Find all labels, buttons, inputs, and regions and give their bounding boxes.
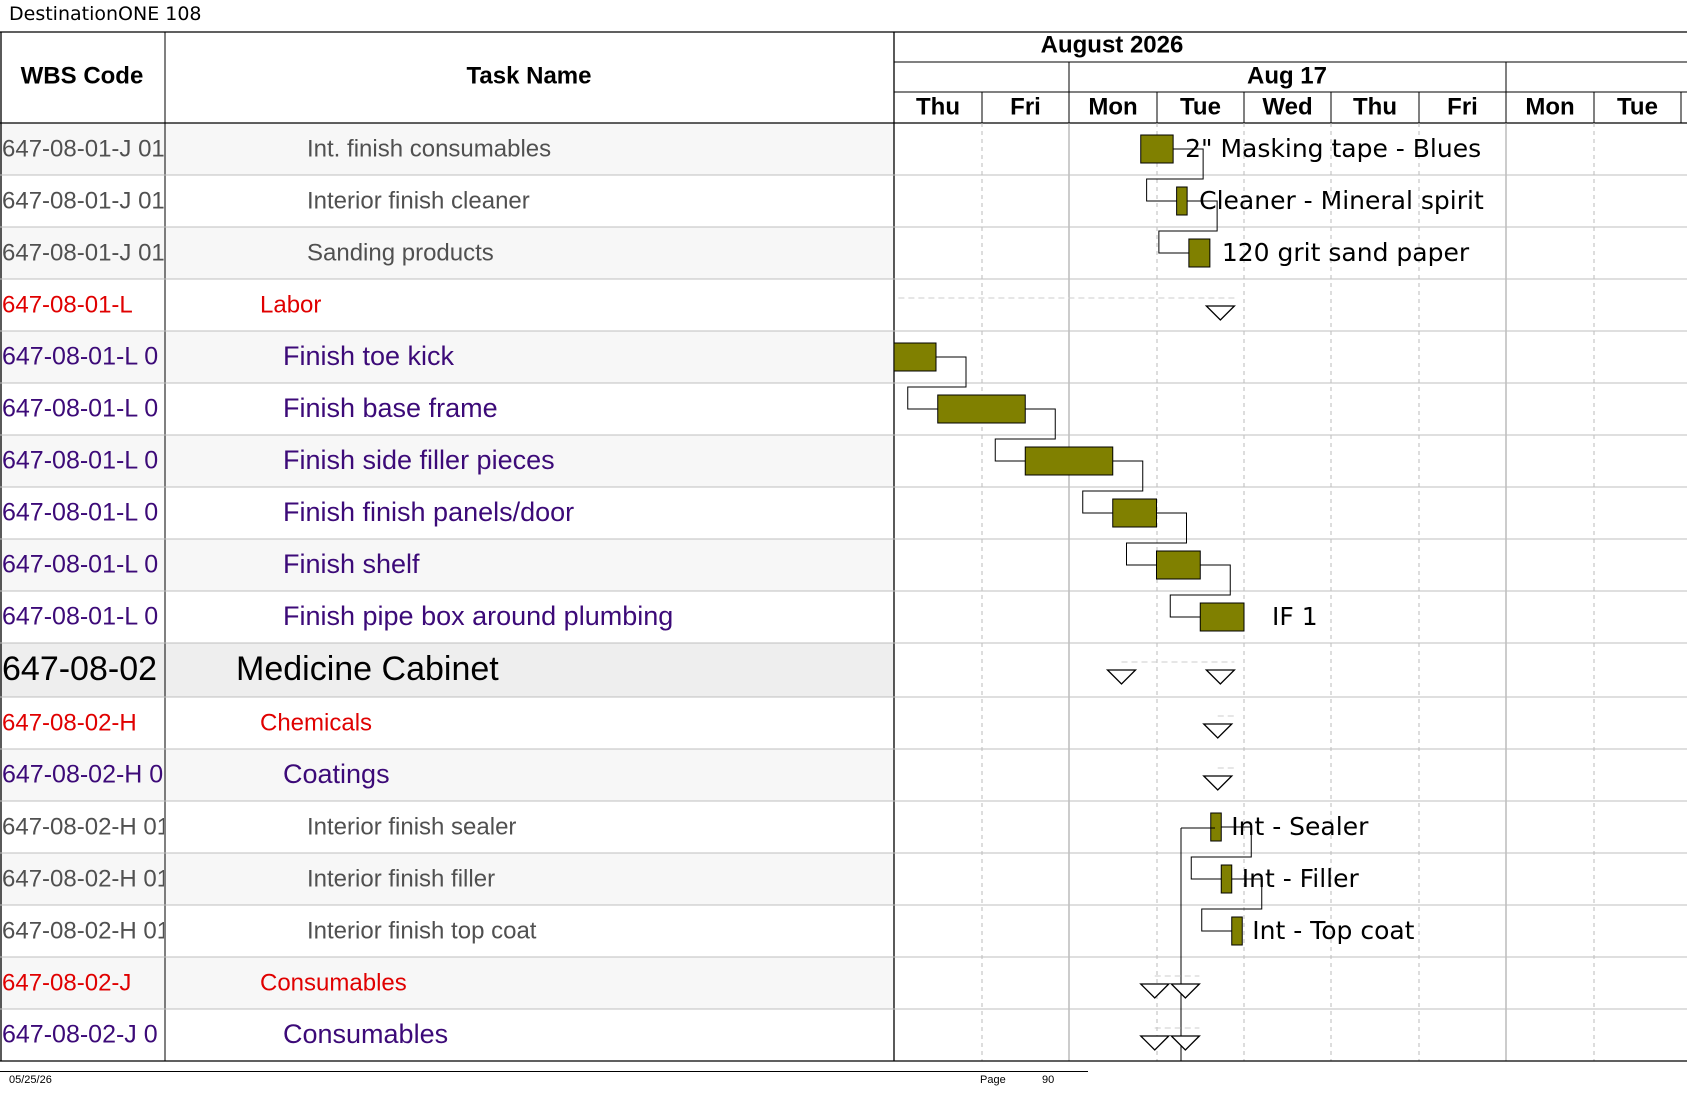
wbs-code-cell: 647-08-02-H	[2, 709, 137, 736]
task-name-cell: Chemicals	[260, 709, 372, 736]
task-bar	[1112, 498, 1157, 528]
task-name-cell: Finish pipe box around plumbing	[283, 601, 673, 631]
task-name-cell: Consumables	[283, 1019, 448, 1049]
task-name-cell: Labor	[260, 291, 321, 318]
task-bar	[1188, 238, 1211, 268]
summary-marker-icon	[1202, 723, 1234, 739]
task-name-cell: Finish toe kick	[283, 341, 455, 371]
task-name-cell: Coatings	[283, 759, 390, 789]
task-name-cell: Interior finish filler	[307, 865, 495, 892]
day-label: Thu	[1353, 93, 1397, 120]
day-label: Fri	[1010, 93, 1041, 120]
task-bar	[1176, 186, 1188, 216]
task-name-cell: Finish base frame	[283, 393, 498, 423]
summary-marker-icon	[1139, 983, 1171, 999]
summary-marker-icon	[1105, 669, 1138, 685]
footer-page-label: Page	[980, 1074, 1006, 1086]
task-name-cell: Consumables	[260, 969, 407, 996]
task-bar	[1024, 446, 1114, 476]
task-name-cell: Finish side filler pieces	[283, 445, 555, 475]
wbs-code-cell: 647-08-01-L 0	[2, 447, 158, 475]
wbs-code-cell: 647-08-01-L 0	[2, 499, 158, 527]
summary-marker-icon	[1139, 1035, 1171, 1051]
wbs-code-cell: 647-08-02-H 01	[2, 917, 170, 944]
wbs-code-cell: 647-08-02	[2, 650, 157, 688]
wbs-code-cell: 647-08-01-J 01	[2, 239, 165, 266]
week-label: Aug 17	[1247, 62, 1327, 89]
summary-marker-icon	[1169, 1035, 1201, 1051]
day-label: Wed	[1262, 93, 1312, 120]
wbs-code-cell: 647-08-02-J 0	[2, 1021, 158, 1049]
bar-label: Cleaner - Mineral spirit	[1199, 186, 1484, 215]
day-label: Thu	[916, 93, 960, 120]
task-name-cell: Int. finish consumables	[307, 135, 551, 162]
task-bar	[1199, 602, 1245, 632]
wbs-code-cell: 647-08-01-L 0	[2, 551, 158, 579]
bar-label: Int - Top coat	[1252, 916, 1414, 945]
summary-marker-icon	[1204, 305, 1236, 321]
wbs-code-cell: 647-08-01-L 0	[2, 343, 158, 371]
wbs-code-cell: 647-08-01-L 0	[2, 603, 158, 631]
bar-label: Int - Sealer	[1231, 812, 1369, 841]
task-bar	[1231, 916, 1243, 946]
wbs-code-cell: 647-08-01-J 01	[2, 135, 165, 162]
task-bar	[1140, 134, 1174, 164]
wbs-code-header: WBS Code	[21, 62, 144, 89]
footer-page-number: 90	[1042, 1074, 1055, 1086]
bar-label: IF 1	[1272, 602, 1318, 631]
wbs-code-cell: 647-08-02-H 01	[2, 865, 170, 892]
wbs-code-cell: 647-08-01-L	[2, 291, 133, 318]
task-bar	[1220, 864, 1233, 894]
wbs-code-cell: 647-08-02-H 01	[2, 813, 170, 840]
wbs-code-cell: 647-08-02-H 0	[2, 761, 163, 789]
day-label: Tue	[1180, 93, 1221, 120]
wbs-code-cell: 647-08-02-J	[2, 969, 131, 996]
task-bar	[893, 342, 937, 372]
task-name-cell: Interior finish cleaner	[307, 187, 530, 214]
task-bar	[1156, 550, 1201, 580]
day-label: Tue	[1617, 93, 1658, 120]
row-background	[0, 957, 894, 1009]
bar-label: 2" Masking tape - Blues	[1185, 134, 1481, 163]
task-name-header: Task Name	[467, 62, 592, 89]
summary-marker-icon	[1169, 983, 1201, 999]
summary-marker-icon	[1204, 669, 1236, 685]
bar-label: 120 grit sand paper	[1222, 238, 1470, 267]
wbs-code-cell: 647-08-01-J 01	[2, 187, 165, 214]
month-label: August 2026	[1041, 31, 1184, 58]
gantt-table: WBS Code Task Name August 2026 Aug 17 Thu Fri…	[0, 31, 1687, 1062]
bar-label: Int - Filler	[1242, 864, 1360, 893]
task-name-cell: Medicine Cabinet	[236, 650, 499, 688]
day-label: Mon	[1088, 93, 1137, 120]
footer-date: 05/25/26	[9, 1074, 52, 1086]
day-label: Mon	[1525, 93, 1574, 120]
task-name-cell: Interior finish top coat	[307, 917, 537, 944]
task-name-cell: Finish finish panels/door	[283, 497, 574, 527]
task-name-cell: Finish shelf	[283, 549, 420, 579]
task-name-cell: Sanding products	[307, 239, 494, 266]
task-name-cell: Interior finish sealer	[307, 813, 516, 840]
wbs-code-cell: 647-08-01-L 0	[2, 395, 158, 423]
task-bar	[1210, 812, 1222, 842]
day-label: Fri	[1447, 93, 1478, 120]
summary-marker-icon	[1202, 775, 1234, 791]
task-bar	[937, 394, 1026, 424]
footer-divider	[0, 1071, 1088, 1072]
